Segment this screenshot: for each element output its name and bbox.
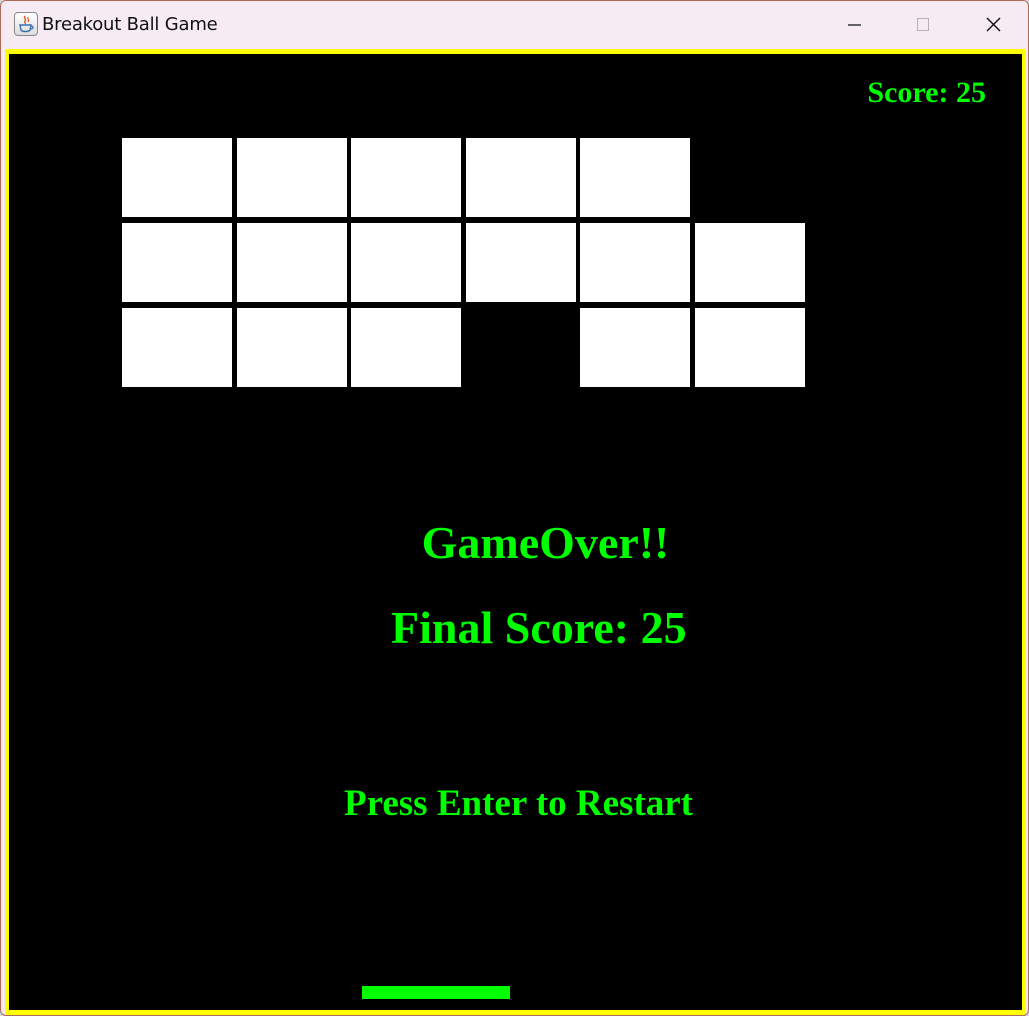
brick xyxy=(122,308,232,387)
restart-prompt: Press Enter to Restart xyxy=(344,783,694,824)
game-over-message: GameOver!! xyxy=(421,517,670,568)
brick xyxy=(466,138,576,217)
brick xyxy=(580,138,690,217)
minimize-icon xyxy=(848,24,861,26)
brick xyxy=(237,308,347,387)
score-display: Score: 25 xyxy=(867,76,986,109)
title-bar[interactable]: Breakout Ball Game xyxy=(1,1,1028,49)
close-button[interactable] xyxy=(959,1,1027,49)
maximize-button[interactable] xyxy=(889,1,957,49)
app-window: Breakout Ball Game Score: 25 GameOver!! … xyxy=(0,0,1029,1016)
brick xyxy=(237,138,347,217)
brick xyxy=(695,308,805,387)
brick xyxy=(580,223,690,302)
brick xyxy=(580,308,690,387)
window-title: Breakout Ball Game xyxy=(42,14,218,35)
final-score-message: Final Score: 25 xyxy=(391,602,687,653)
game-board[interactable]: Score: 25 GameOver!! Final Score: 25 Pre… xyxy=(9,54,1022,1010)
maximize-icon xyxy=(917,18,929,31)
brick xyxy=(122,138,232,217)
brick xyxy=(466,223,576,302)
brick xyxy=(122,223,232,302)
brick xyxy=(351,138,461,217)
game-border: Score: 25 GameOver!! Final Score: 25 Pre… xyxy=(5,49,1026,1015)
brick xyxy=(351,223,461,302)
paddle[interactable] xyxy=(362,986,510,999)
brick xyxy=(351,308,461,387)
brick xyxy=(237,223,347,302)
close-icon xyxy=(986,17,1001,32)
minimize-button[interactable] xyxy=(821,1,889,49)
java-cup-icon xyxy=(14,12,38,36)
brick xyxy=(695,223,805,302)
